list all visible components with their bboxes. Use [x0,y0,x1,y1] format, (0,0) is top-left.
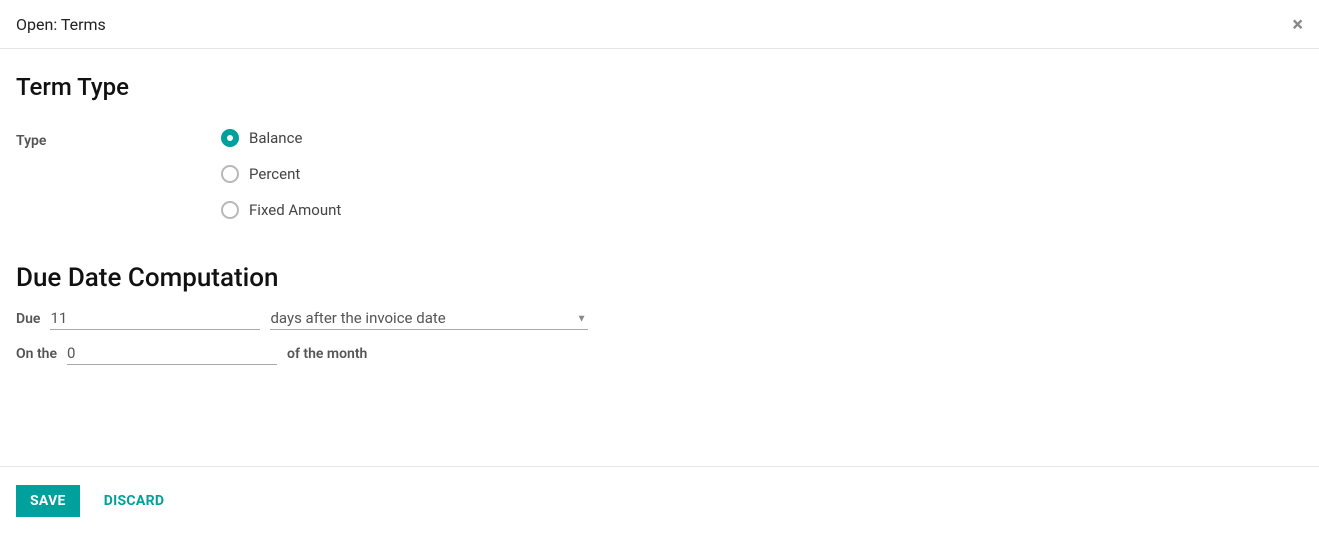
dialog-title: Open: Terms [16,15,106,34]
dialog-body: Term Type Type Balance Percent Fixed Amo… [0,49,1319,466]
radio-label-balance: Balance [249,129,302,147]
radio-balance[interactable]: Balance [221,129,341,147]
label-of-the-month: of the month [287,346,367,362]
select-due-unit-wrap: ▼ [270,307,588,330]
label-type: Type [16,129,221,149]
dialog-header: Open: Terms × [0,0,1319,49]
radio-group-type: Balance Percent Fixed Amount [221,129,341,219]
discard-button[interactable]: DISCARD [100,485,169,517]
radio-icon [221,201,239,219]
form-row-type: Type Balance Percent Fixed Amount [16,129,1303,219]
close-icon[interactable]: × [1292,14,1303,34]
dialog-footer: SAVE DISCARD [0,466,1319,535]
radio-icon [221,129,239,147]
input-due-days[interactable] [50,307,260,330]
radio-fixed-amount[interactable]: Fixed Amount [221,201,341,219]
radio-label-percent: Percent [249,165,300,183]
label-due: Due [16,311,40,327]
dialog-open-terms: Open: Terms × Term Type Type Balance Per… [0,0,1319,535]
save-button[interactable]: SAVE [16,485,80,517]
radio-icon [221,165,239,183]
label-on-the: On the [16,346,57,362]
section-heading-term-type: Term Type [16,73,1303,101]
row-due: Due ▼ [16,307,1303,330]
section-heading-due-date: Due Date Computation [16,263,1303,293]
radio-percent[interactable]: Percent [221,165,341,183]
radio-label-fixed: Fixed Amount [249,201,341,219]
row-on-the: On the of the month [16,342,1303,365]
select-due-unit[interactable] [270,307,588,330]
input-on-the[interactable] [67,342,277,365]
